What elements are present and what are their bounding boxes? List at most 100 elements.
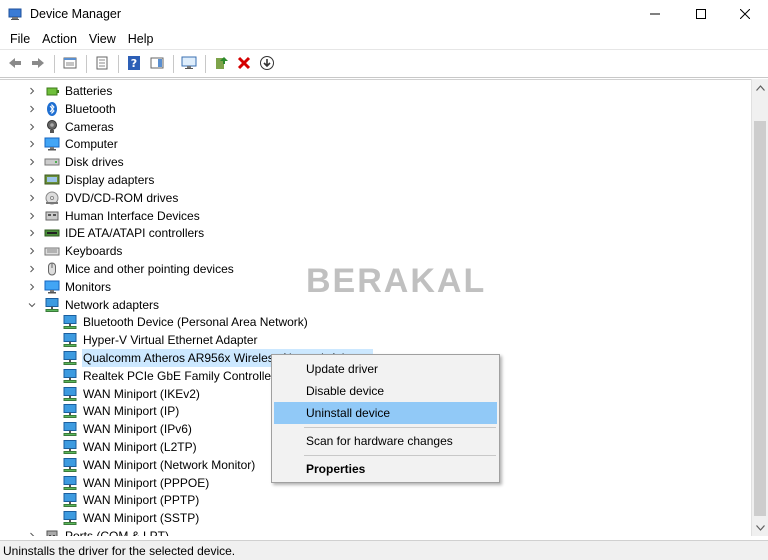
- close-button[interactable]: [722, 0, 768, 28]
- tree-category[interactable]: Cameras: [26, 118, 115, 136]
- tree-device-item[interactable]: WAN Miniport (PPTP): [62, 491, 200, 509]
- chevron-right-icon[interactable]: [26, 174, 38, 186]
- tree-item-label: IDE ATA/ATAPI controllers: [65, 226, 205, 241]
- tree-device-item[interactable]: Hyper-V Virtual Ethernet Adapter: [62, 331, 259, 349]
- tree-device-item[interactable]: Realtek PCIe GbE Family Controller: [62, 367, 276, 385]
- tree-item-label: Bluetooth Device (Personal Area Network): [83, 315, 308, 330]
- network-adapter-icon: [62, 386, 78, 402]
- scan-monitor-button[interactable]: [178, 53, 200, 75]
- tree-item-label: WAN Miniport (IPv6): [83, 422, 192, 437]
- window-title: Device Manager: [30, 7, 122, 21]
- toolbar-separator: [118, 55, 119, 73]
- tree-category[interactable]: DVD/CD-ROM drives: [26, 189, 179, 207]
- tree-item-label: WAN Miniport (SSTP): [83, 511, 200, 526]
- context-menu: Update driver Disable device Uninstall d…: [271, 354, 500, 483]
- tree-device-item[interactable]: Bluetooth Device (Personal Area Network): [62, 313, 309, 331]
- menu-action[interactable]: Action: [36, 28, 83, 50]
- tree-category[interactable]: Ports (COM & LPT): [26, 527, 170, 536]
- properties-button[interactable]: [59, 53, 81, 75]
- tree-device-item[interactable]: WAN Miniport (Network Monitor): [62, 456, 256, 474]
- toolbar-separator: [54, 55, 55, 73]
- tree-category[interactable]: Human Interface Devices: [26, 207, 201, 225]
- menu-separator: [304, 427, 496, 428]
- chevron-right-icon[interactable]: [26, 245, 38, 257]
- tree-category[interactable]: Bluetooth: [26, 100, 117, 118]
- tree-item-label: Cameras: [65, 119, 114, 134]
- scroll-thumb[interactable]: [754, 121, 766, 516]
- tree-category[interactable]: Disk drives: [26, 153, 125, 171]
- computer-icon: [44, 136, 60, 152]
- status-text: Uninstalls the driver for the selected d…: [3, 543, 236, 558]
- update-driver-button[interactable]: [210, 53, 232, 75]
- tree-device-item[interactable]: WAN Miniport (L2TP): [62, 438, 198, 456]
- chevron-right-icon[interactable]: [26, 103, 38, 115]
- chevron-right-icon[interactable]: [26, 192, 38, 204]
- show-hide-icon: [94, 55, 110, 74]
- download-button[interactable]: [256, 53, 278, 75]
- chevron-right-icon[interactable]: [26, 263, 38, 275]
- tree-item-label: Human Interface Devices: [65, 208, 200, 223]
- device-manager-app-icon: [8, 7, 22, 21]
- tree-category[interactable]: Monitors: [26, 278, 112, 296]
- properties-menu-item[interactable]: Properties: [274, 458, 497, 480]
- tree-category[interactable]: Computer: [26, 135, 119, 153]
- disk-drive-icon: [44, 154, 60, 170]
- tree-device-item[interactable]: WAN Miniport (IP): [62, 402, 180, 420]
- tree-category[interactable]: Network adapters: [26, 296, 160, 314]
- tree-item-label: WAN Miniport (IP): [83, 404, 180, 419]
- uninstall-icon: [236, 55, 252, 74]
- back-icon: [7, 55, 23, 74]
- chevron-right-icon[interactable]: [26, 281, 38, 293]
- menu-help[interactable]: Help: [122, 28, 160, 50]
- chevron-right-icon[interactable]: [26, 156, 38, 168]
- uninstall-button[interactable]: [233, 53, 255, 75]
- download-icon: [259, 55, 275, 74]
- tree-device-item[interactable]: WAN Miniport (PPPOE): [62, 474, 210, 492]
- menu-bar: File Action View Help: [0, 28, 768, 50]
- uninstall-device-menu-item[interactable]: Uninstall device: [274, 402, 497, 424]
- chevron-right-icon[interactable]: [26, 227, 38, 239]
- tree-item-label: WAN Miniport (PPPOE): [83, 475, 210, 490]
- maximize-button[interactable]: [678, 0, 724, 28]
- show-hide-button[interactable]: [91, 53, 113, 75]
- network-adapter-icon: [44, 297, 60, 313]
- minimize-button[interactable]: [632, 0, 678, 28]
- action-pane-button[interactable]: [146, 53, 168, 75]
- tree-category[interactable]: Display adapters: [26, 171, 155, 189]
- chevron-down-icon[interactable]: [26, 299, 38, 311]
- tree-device-item[interactable]: WAN Miniport (IPv6): [62, 420, 193, 438]
- forward-icon: [30, 55, 46, 74]
- bluetooth-icon: [44, 101, 60, 117]
- help-button[interactable]: ?: [123, 53, 145, 75]
- menu-view[interactable]: View: [83, 28, 122, 50]
- forward-button[interactable]: [27, 53, 49, 75]
- action-pane-icon: [149, 55, 165, 74]
- toolbar: ?: [0, 51, 768, 78]
- menu-file[interactable]: File: [4, 28, 36, 50]
- tree-item-label: Disk drives: [65, 155, 124, 170]
- tree-category[interactable]: Keyboards: [26, 242, 123, 260]
- chevron-right-icon[interactable]: [26, 530, 38, 536]
- network-adapter-icon: [62, 475, 78, 491]
- chevron-right-icon[interactable]: [26, 138, 38, 150]
- network-adapter-icon: [62, 350, 78, 366]
- scroll-down-arrow[interactable]: [752, 519, 768, 536]
- update-driver-menu-item[interactable]: Update driver: [274, 358, 497, 380]
- back-button[interactable]: [4, 53, 26, 75]
- chevron-right-icon[interactable]: [26, 85, 38, 97]
- tree-category[interactable]: IDE ATA/ATAPI controllers: [26, 224, 205, 242]
- tree-category[interactable]: Mice and other pointing devices: [26, 260, 235, 278]
- chevron-right-icon[interactable]: [26, 121, 38, 133]
- tree-device-item[interactable]: WAN Miniport (SSTP): [62, 509, 200, 527]
- tree-device-item[interactable]: WAN Miniport (IKEv2): [62, 385, 201, 403]
- camera-icon: [44, 119, 60, 135]
- network-adapter-icon: [62, 439, 78, 455]
- scroll-up-arrow[interactable]: [752, 79, 768, 96]
- vertical-scrollbar[interactable]: [751, 79, 768, 536]
- chevron-right-icon[interactable]: [26, 210, 38, 222]
- disable-device-menu-item[interactable]: Disable device: [274, 380, 497, 402]
- scan-hardware-menu-item[interactable]: Scan for hardware changes: [274, 430, 497, 452]
- monitor-icon: [44, 279, 60, 295]
- tree-category[interactable]: Batteries: [26, 82, 113, 100]
- keyboard-icon: [44, 243, 60, 259]
